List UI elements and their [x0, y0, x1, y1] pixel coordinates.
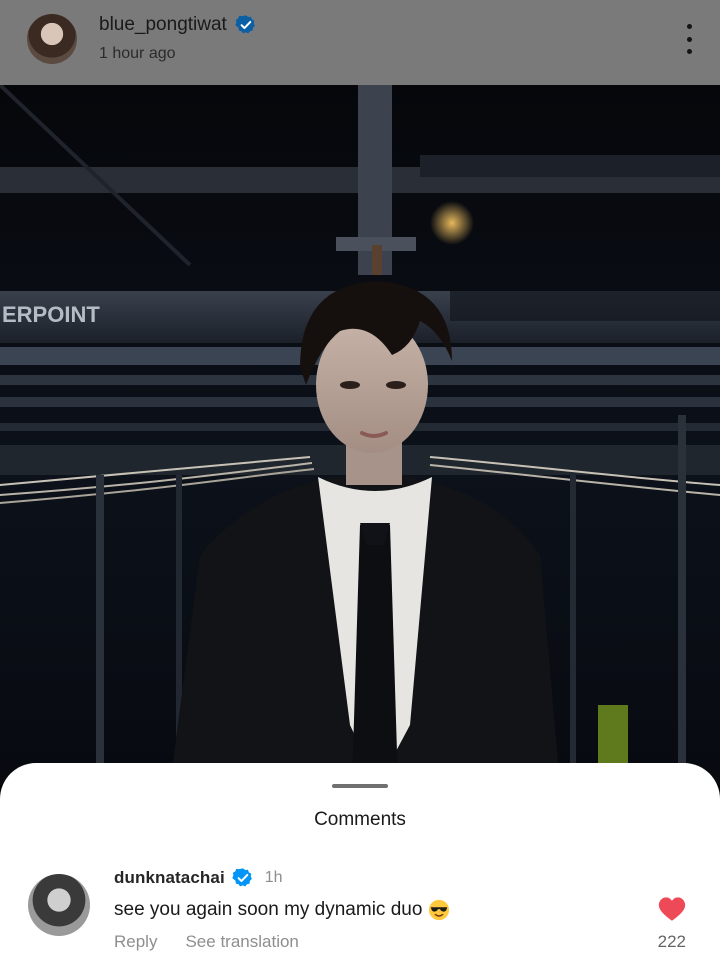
- more-vertical-icon[interactable]: [686, 24, 692, 54]
- sunglasses-emoji-icon: [429, 899, 450, 921]
- photo-illustration: ERPOINT: [0, 85, 720, 785]
- author-username[interactable]: blue_pongtiwat: [99, 14, 227, 36]
- commenter-avatar[interactable]: [28, 874, 90, 936]
- author-row: blue_pongtiwat: [99, 14, 257, 36]
- post-header: blue_pongtiwat 1 hour ago: [0, 0, 720, 85]
- more-dot: [686, 24, 692, 29]
- more-dot: [686, 49, 692, 54]
- heart-like-icon[interactable]: [658, 896, 686, 922]
- comments-sheet: Comments dunknatachai 1h see you again s…: [0, 763, 720, 969]
- post-photo[interactable]: ERPOINT: [0, 85, 720, 785]
- comment-text-row: see you again soon my dynamic duo: [114, 899, 450, 921]
- comment-actions: Reply See translation: [114, 932, 299, 952]
- commenter-username[interactable]: dunknatachai: [114, 868, 225, 888]
- comment-header: dunknatachai 1h: [114, 867, 283, 889]
- reply-button[interactable]: Reply: [114, 932, 157, 952]
- more-dot: [686, 36, 692, 42]
- verified-badge-icon: [232, 868, 252, 887]
- verified-badge-icon: [235, 15, 255, 34]
- comment-item: dunknatachai 1h see you again soon my dy…: [0, 863, 720, 963]
- post-viewer: blue_pongtiwat 1 hour ago ERPOINT Commen…: [0, 0, 720, 969]
- sheet-drag-handle[interactable]: [332, 784, 388, 788]
- post-time: 1 hour ago: [99, 45, 176, 62]
- photo-sign-text: ERPOINT: [2, 302, 100, 327]
- sheet-title: Comments: [314, 809, 406, 830]
- like-count: 222: [657, 932, 686, 951]
- author-avatar[interactable]: [27, 14, 77, 64]
- comment-text: see you again soon my dynamic duo: [114, 899, 423, 920]
- see-translation-button[interactable]: See translation: [185, 932, 298, 952]
- comment-time: 1h: [264, 869, 283, 886]
